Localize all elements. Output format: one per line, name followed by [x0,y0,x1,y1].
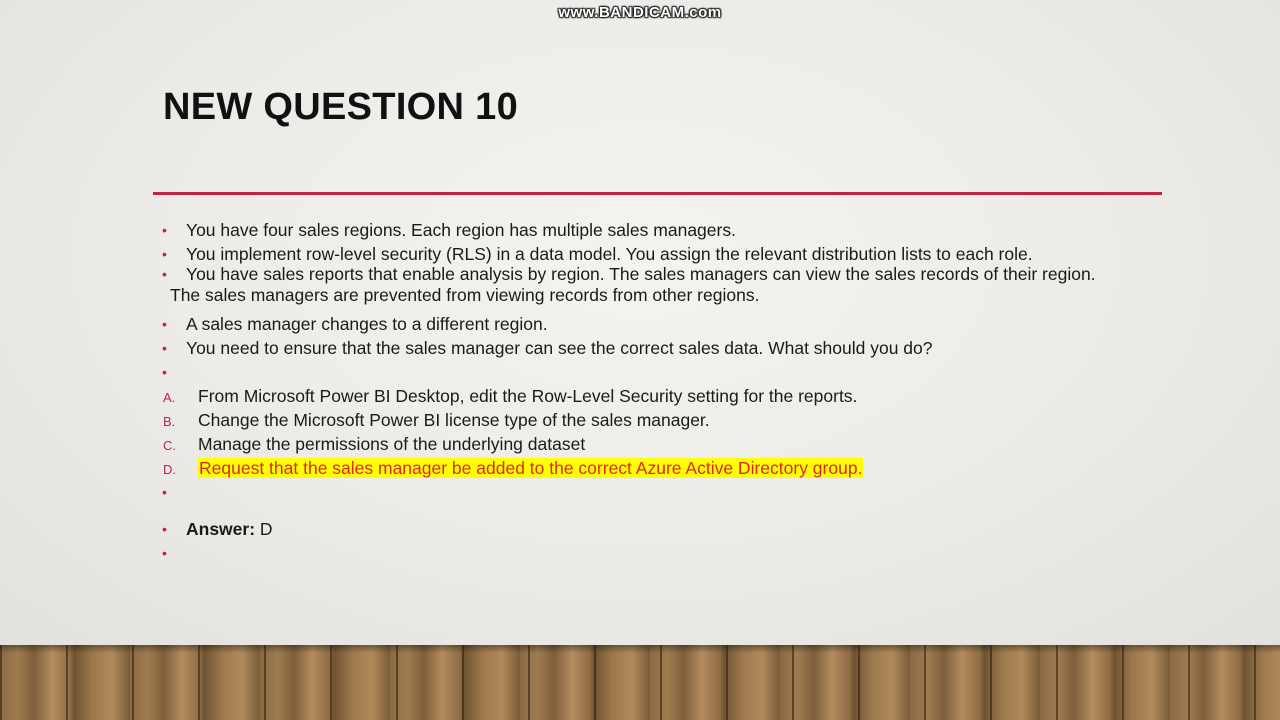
option-b: Change the Microsoft Power BI license ty… [198,410,710,430]
page-title: NEW QUESTION 10 [163,86,518,128]
option-letter: B. [163,414,176,429]
option-letter: D. [163,462,176,477]
option-d-highlighted: Request that the sales manager be added … [198,458,864,478]
answer-value: D [255,519,273,539]
bullet-icon: • [162,266,167,282]
bullet-icon: • [162,316,167,332]
bullet-icon: • [162,545,167,561]
answer-line: Answer: D [186,519,273,540]
bullet-icon: • [162,340,167,356]
question-line-3-continuation: The sales managers are prevented from vi… [170,285,760,305]
question-line-4: A sales manager changes to a different r… [186,314,548,334]
option-a: From Microsoft Power BI Desktop, edit th… [198,386,858,406]
bullet-icon: • [162,246,167,262]
question-line-1: You have four sales regions. Each region… [186,220,736,240]
bullet-icon: • [162,484,167,500]
wood-floor-decoration [0,645,1280,720]
bullet-icon: • [162,364,167,380]
answer-label: Answer: [186,519,256,539]
slide: www.BANDICAM.com NEW QUESTION 10 • You h… [0,0,1280,645]
option-d-wrapper: Request that the sales manager be added … [198,458,864,479]
option-c: Manage the permissions of the underlying… [198,434,586,454]
bullet-icon: • [162,521,167,537]
title-divider [153,192,1162,195]
option-letter: A. [163,390,176,405]
question-line-3: You have sales reports that enable analy… [186,264,1096,284]
option-letter: C. [163,438,176,453]
question-line-5: You need to ensure that the sales manage… [186,338,933,358]
bullet-icon: • [162,222,167,238]
question-line-2: You implement row-level security (RLS) i… [186,244,1033,264]
bandicam-watermark: www.BANDICAM.com [558,4,722,21]
